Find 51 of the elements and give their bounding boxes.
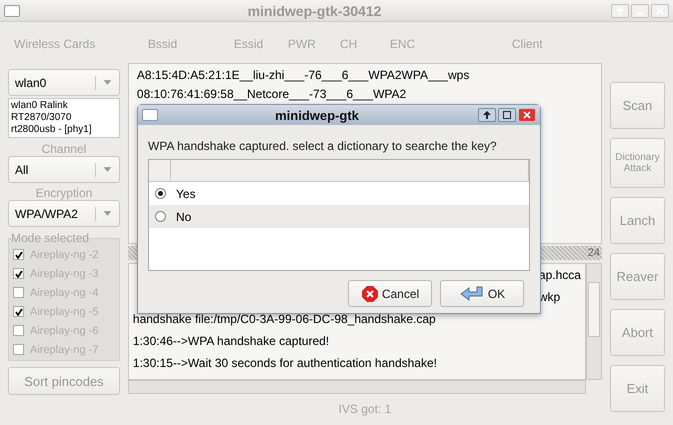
option-label: Yes (176, 186, 196, 200)
channel-dropdown[interactable]: All (8, 156, 120, 183)
up-arrow-icon (483, 111, 491, 119)
cancel-button[interactable]: Cancel (348, 280, 432, 307)
column-header: Bssid (148, 37, 178, 51)
dialog-message: WPA handshake captured. select a dictionary to searche the key? (147, 138, 498, 155)
network-row[interactable]: A8:15:4D:A5:21:1E__liu-zhi___-76___6___WPA2WPA___wps (136, 68, 593, 87)
maximize-icon (503, 111, 511, 119)
checkbox[interactable] (13, 287, 24, 298)
card-dropdown[interactable]: wlan0 (8, 69, 120, 96)
log-line: 1:30:46-->WPA handshake captured! (132, 334, 330, 350)
raise-button[interactable] (478, 108, 496, 122)
window-title: minidwep-gtk-30412 (246, 2, 382, 18)
option-label: No (176, 210, 192, 224)
up-arrow-icon (616, 6, 624, 14)
radio-button[interactable] (155, 188, 166, 199)
close-icon (656, 6, 664, 14)
card-info-text: wlan0 Ralink RT2870/3070 rt2800usb - [phy1] (8, 98, 120, 138)
column-header: ENC (390, 37, 416, 51)
log-line: handshake file:/tmp/C0-3A-99-06-DC-98_handshake.cap (132, 312, 436, 328)
column-header: CH (340, 37, 358, 51)
option-row[interactable]: No (149, 205, 529, 228)
checkbox[interactable] (13, 306, 24, 317)
encryption-label: Encryption (34, 186, 94, 200)
column-header: Client (512, 37, 544, 51)
checkbox[interactable] (13, 249, 24, 260)
maximize-button[interactable] (498, 108, 516, 122)
close-button[interactable] (518, 108, 536, 122)
checkbox[interactable] (13, 268, 24, 279)
cancel-icon (360, 284, 379, 302)
separator-count: 24 (588, 247, 601, 259)
dialog-title: minidwep-gtk (274, 108, 360, 122)
status-text: IVS got: 1 (338, 401, 392, 416)
horizontal-scrollbar[interactable] (128, 380, 586, 394)
encryption-dropdown[interactable]: WPA/WPA2 (8, 200, 120, 227)
vertical-scrollbar[interactable] (586, 263, 602, 380)
checkbox[interactable] (13, 344, 24, 355)
column-header: PWR (288, 37, 317, 51)
mode-label: Mode selected (11, 231, 90, 245)
log-line: 1:30:15-->Wait 30 seconds for authentication handshake! (132, 356, 437, 372)
ok-button[interactable]: OK (440, 280, 524, 307)
close-icon (523, 111, 531, 119)
cards-label: Wireless Cards (13, 37, 96, 53)
network-row[interactable]: 08:10:76:41:69:58__Netcore___-73___6___WPA2 (136, 87, 593, 106)
window-icon (142, 109, 158, 121)
checkbox[interactable] (13, 325, 24, 336)
column-header: Essid (234, 37, 264, 51)
window-icon (4, 4, 20, 16)
channel-label: Channel (40, 142, 88, 156)
return-arrow-icon (458, 284, 485, 302)
radio-button[interactable] (155, 211, 166, 222)
